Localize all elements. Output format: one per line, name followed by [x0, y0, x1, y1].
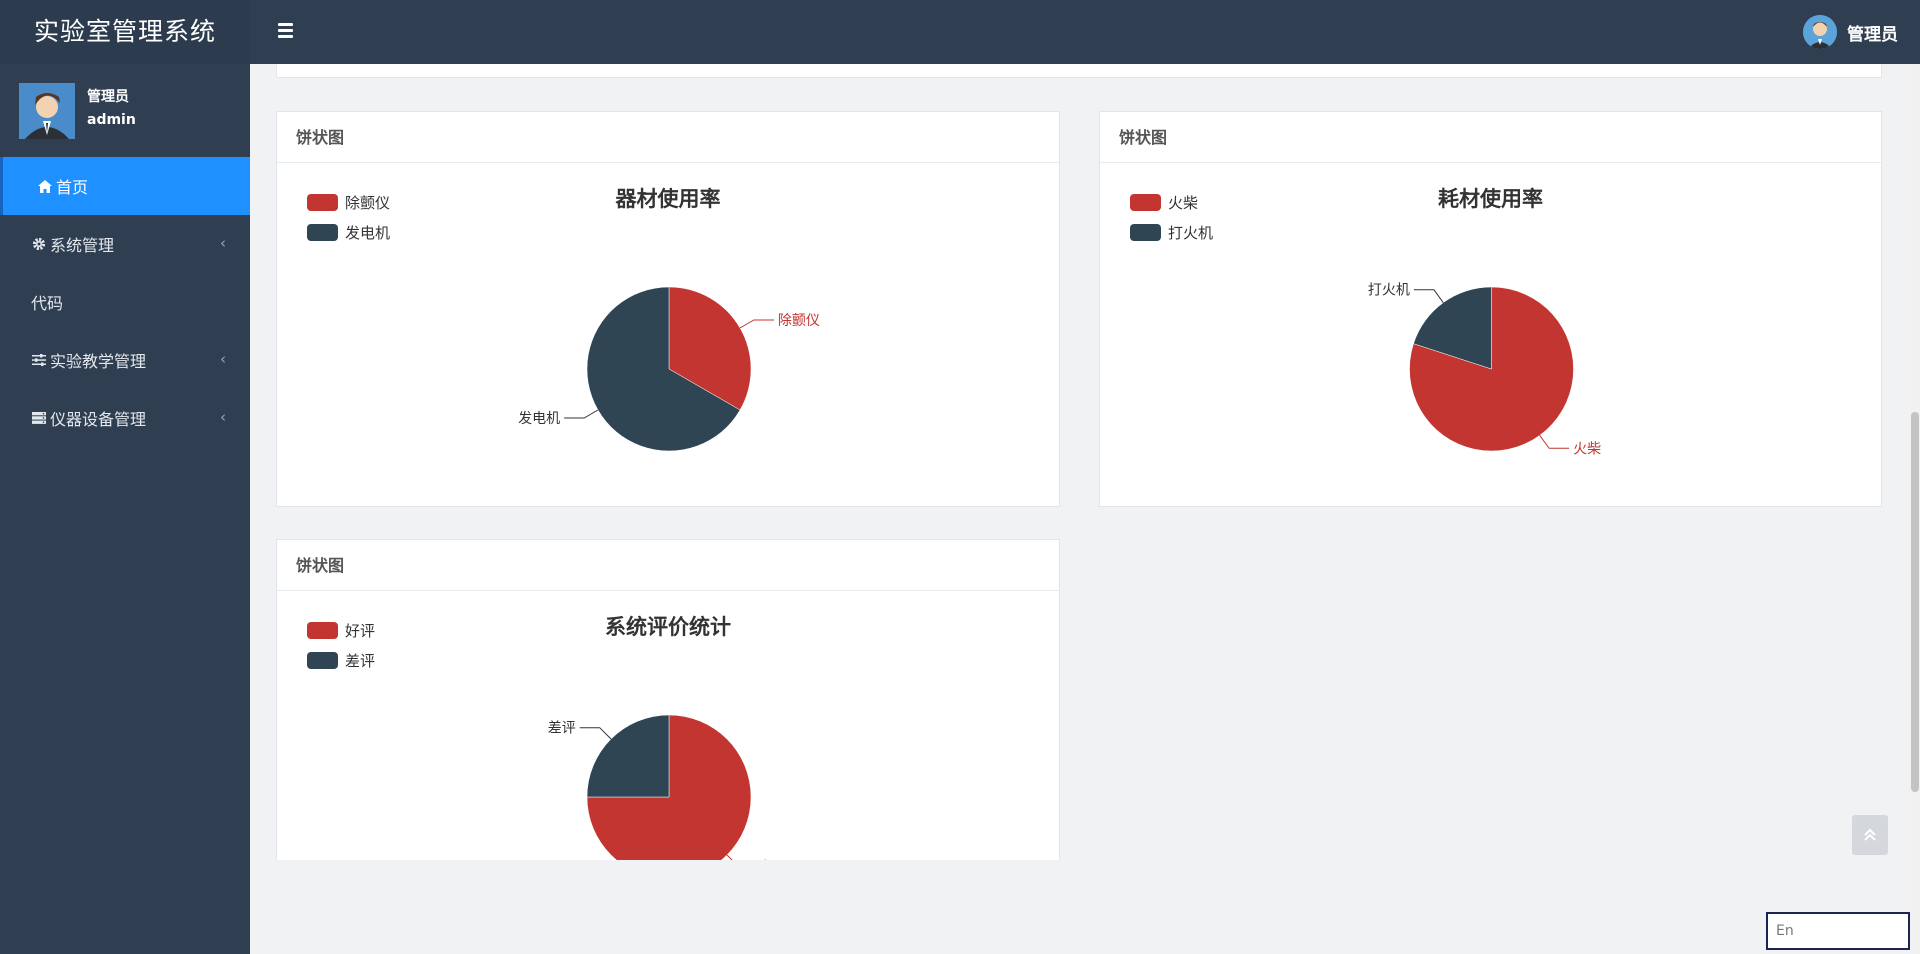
- pie-label-line: [1539, 435, 1570, 449]
- sidebar-item-teaching[interactable]: 实验教学管理 ‹: [0, 331, 250, 389]
- legend-swatch: [307, 651, 338, 669]
- sidebar-item-equipment[interactable]: 仪器设备管理 ‹: [0, 389, 250, 447]
- chart-title: 器材使用率: [615, 187, 721, 211]
- pie-label-line: [726, 854, 733, 860]
- pie-slice-label: 差评: [548, 721, 576, 737]
- legend-item[interactable]: 打火机: [1130, 217, 1213, 247]
- sidebar-item-label: 仪器设备管理: [50, 410, 147, 429]
- legend-label: 打火机: [1168, 223, 1214, 242]
- top-navbar: 实验室管理系统 管理员: [0, 0, 1920, 64]
- gear-icon: [31, 237, 47, 251]
- legend-item[interactable]: 差评: [307, 645, 375, 675]
- chart-legend: 好评 差评: [307, 615, 375, 675]
- chart-title: 耗材使用率: [1438, 187, 1543, 211]
- app-title: 实验室管理系统: [0, 0, 250, 64]
- user-menu[interactable]: 管理员: [1803, 14, 1898, 50]
- legend-label: 好评: [345, 621, 376, 640]
- avatar: [19, 83, 75, 139]
- server-icon: [31, 412, 47, 424]
- legend-item[interactable]: 好评: [307, 615, 375, 645]
- sidebar-item-label: 实验教学管理: [50, 352, 147, 371]
- panel-header: 饼状图: [277, 540, 1059, 591]
- home-icon: [37, 179, 53, 193]
- legend-item[interactable]: 发电机: [307, 217, 390, 247]
- chevron-left-icon: ‹: [220, 350, 226, 368]
- pie-slice-label: 除颤仪: [778, 313, 820, 329]
- user-avatar-icon: [1803, 15, 1837, 49]
- legend-label: 火柴: [1168, 193, 1199, 212]
- pie-label-line: [1413, 289, 1444, 303]
- sidebar-item-label: 首页: [56, 178, 89, 197]
- panel-header: 饼状图: [277, 112, 1059, 163]
- double-chevron-up-icon: [1864, 828, 1876, 841]
- chart-title: 系统评价统计: [605, 615, 731, 639]
- legend-swatch: [307, 223, 338, 241]
- sidebar-item-home[interactable]: 首页: [0, 157, 250, 215]
- sidebar-item-label: 系统管理: [50, 236, 115, 255]
- legend-item[interactable]: 除颤仪: [307, 187, 390, 217]
- legend-label: 除颤仪: [345, 193, 391, 212]
- scrollbar-thumb[interactable]: [1911, 412, 1919, 792]
- legend-swatch: [307, 193, 338, 211]
- panel-header: 饼状图: [1100, 112, 1881, 163]
- pie-slice-label: 发电机: [518, 411, 560, 427]
- pie-panel-equipment: 饼状图 除颤仪 发电机 器材使用率 除颤仪 发电机: [276, 111, 1060, 507]
- chart-area: 好评 差评 系统评价统计 好评 差评: [277, 591, 1059, 860]
- sidebar: 管理员 admin 首页 系统管理 ‹ 代码 实验教学管理 ‹ 仪器设备管理 ‹: [0, 64, 250, 954]
- chart-area: 火柴 打火机 耗材使用率 火柴 打火机: [1100, 163, 1881, 507]
- header-user-label: 管理员: [1847, 24, 1898, 45]
- sidebar-item-code[interactable]: 代码: [0, 273, 250, 331]
- pie-slice-label: 好评: [762, 859, 790, 860]
- pie-label-line: [739, 319, 774, 329]
- sidebar-item-system[interactable]: 系统管理 ‹: [0, 215, 250, 273]
- chart-legend: 除颤仪 发电机: [307, 187, 390, 247]
- main-content: 饼状图 除颤仪 发电机 器材使用率 除颤仪 发电机 饼状图 火柴 打火机 耗材使用率: [250, 64, 1910, 860]
- user-panel: 管理员 admin: [0, 64, 250, 157]
- pie-chart-equipment: 除颤仪发电机: [518, 286, 820, 452]
- legend-item[interactable]: 火柴: [1130, 187, 1213, 217]
- chevron-left-icon: ‹: [220, 408, 226, 426]
- menu-toggle-icon[interactable]: [278, 23, 304, 41]
- pie-chart-consumables: 火柴 打火机: [1368, 282, 1601, 458]
- sidebar-item-label: 代码: [31, 294, 64, 313]
- user-avatar-icon: [19, 83, 75, 139]
- legend-swatch: [1130, 193, 1161, 211]
- previous-panel: [276, 64, 1882, 78]
- sidebar-menu: 首页 系统管理 ‹ 代码 实验教学管理 ‹ 仪器设备管理 ‹: [0, 157, 250, 447]
- back-to-top-button[interactable]: [1852, 815, 1888, 855]
- chevron-left-icon: ‹: [220, 234, 226, 252]
- pie-slice-label: 火柴: [1573, 441, 1601, 457]
- legend-label: 差评: [345, 651, 376, 670]
- ime-indicator[interactable]: En: [1766, 912, 1910, 950]
- pie-label-line: [579, 727, 612, 740]
- legend-label: 发电机: [345, 223, 391, 242]
- pie-slice-label: 打火机: [1368, 282, 1410, 299]
- legend-swatch: [1130, 223, 1161, 241]
- pie-panel-reviews: 饼状图 好评 差评 系统评价统计 好评 差评: [276, 539, 1060, 860]
- ime-mode-label: En: [1776, 923, 1794, 939]
- avatar-small: [1803, 15, 1837, 49]
- chart-legend: 火柴 打火机: [1130, 187, 1213, 247]
- pie-label-line: [564, 409, 599, 419]
- sidebar-user-role: admin: [87, 112, 136, 128]
- sliders-icon: [31, 354, 47, 366]
- chart-area: 除颤仪 发电机 器材使用率 除颤仪 发电机: [277, 163, 1059, 507]
- legend-swatch: [307, 621, 338, 639]
- sidebar-user-name: 管理员: [87, 89, 129, 105]
- pie-panel-consumables: 饼状图 火柴 打火机 耗材使用率 火柴 打火机: [1099, 111, 1882, 507]
